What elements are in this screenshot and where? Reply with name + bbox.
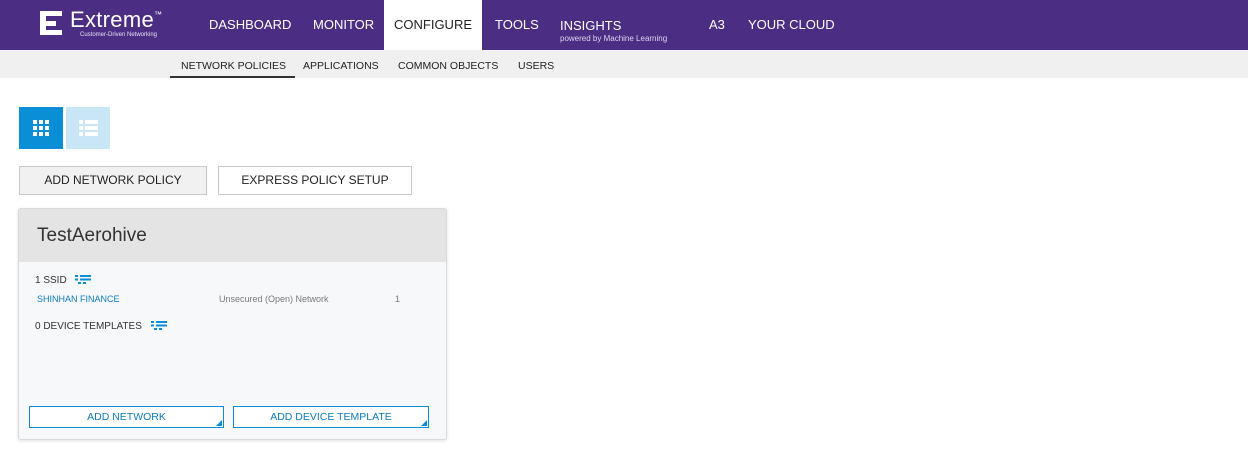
top-nav-bar: Extreme™ Customer-Driven Networking DASH…: [0, 0, 1248, 50]
nav-your-cloud[interactable]: YOUR CLOUD: [748, 0, 835, 50]
brand-trademark: ™: [154, 10, 163, 19]
policy-title[interactable]: TestAerohive: [37, 225, 147, 247]
list-view-icon: [79, 120, 98, 136]
ssid-count-label: 1 SSID: [35, 275, 67, 286]
add-device-template-label: ADD DEVICE TEMPLATE: [270, 411, 392, 423]
subnav-common-objects[interactable]: COMMON OBJECTS: [398, 50, 498, 78]
nav-dashboard[interactable]: DASHBOARD: [209, 0, 291, 50]
policy-card-header[interactable]: TestAerohive: [19, 209, 446, 262]
nav-insights-sublabel: powered by Machine Learning: [560, 34, 668, 43]
brand-tagline: Customer-Driven Networking: [80, 32, 158, 38]
subnav-active-indicator: [170, 76, 295, 78]
ssid-security: Unsecured (Open) Network: [219, 294, 329, 304]
grid-view-button[interactable]: [19, 107, 63, 149]
ssid-link[interactable]: SHINHAN FINANCE: [37, 294, 120, 304]
nav-insights-label: INSIGHTS: [560, 18, 622, 33]
brand-name: Extreme: [70, 7, 155, 32]
nav-monitor[interactable]: MONITOR: [313, 0, 374, 50]
policy-card[interactable]: TestAerohive 1 SSID SHINHAN FINANCE Unse…: [18, 208, 447, 440]
subnav-applications[interactable]: APPLICATIONS: [303, 50, 379, 78]
express-policy-setup-button[interactable]: EXPRESS POLICY SETUP: [218, 166, 412, 195]
add-network-policy-button[interactable]: ADD NETWORK POLICY: [19, 166, 207, 195]
dropdown-corner-icon: [216, 420, 222, 426]
subnav-network-policies[interactable]: NETWORK POLICIES: [181, 50, 286, 78]
nav-a3[interactable]: A3: [709, 0, 725, 50]
grid-view-icon: [33, 120, 49, 136]
policy-card-body: 1 SSID SHINHAN FINANCE Unsecured (Open) …: [19, 262, 446, 439]
sub-nav-bar: NETWORK POLICIES APPLICATIONS COMMON OBJ…: [0, 50, 1248, 78]
ssid-list-icon[interactable]: [75, 274, 92, 284]
device-templates-count-label: 0 DEVICE TEMPLATES: [35, 321, 142, 332]
subnav-users[interactable]: USERS: [518, 50, 554, 78]
add-device-template-button[interactable]: ADD DEVICE TEMPLATE: [233, 406, 429, 428]
ssid-client-count: 1: [395, 294, 401, 304]
add-network-button[interactable]: ADD NETWORK: [29, 406, 224, 428]
nav-tools[interactable]: TOOLS: [495, 0, 539, 50]
dropdown-corner-icon: [421, 420, 427, 426]
extreme-logo-mark-icon: [40, 11, 62, 35]
nav-configure[interactable]: CONFIGURE: [384, 0, 482, 50]
add-network-label: ADD NETWORK: [87, 411, 166, 423]
nav-insights[interactable]: INSIGHTS powered by Machine Learning: [560, 0, 667, 50]
ssid-section-header: 1 SSID: [35, 274, 92, 286]
list-view-button[interactable]: [66, 107, 110, 149]
extreme-logo[interactable]: Extreme™ Customer-Driven Networking: [40, 7, 190, 46]
device-templates-list-icon[interactable]: [150, 320, 167, 330]
device-templates-header: 0 DEVICE TEMPLATES: [35, 320, 167, 332]
